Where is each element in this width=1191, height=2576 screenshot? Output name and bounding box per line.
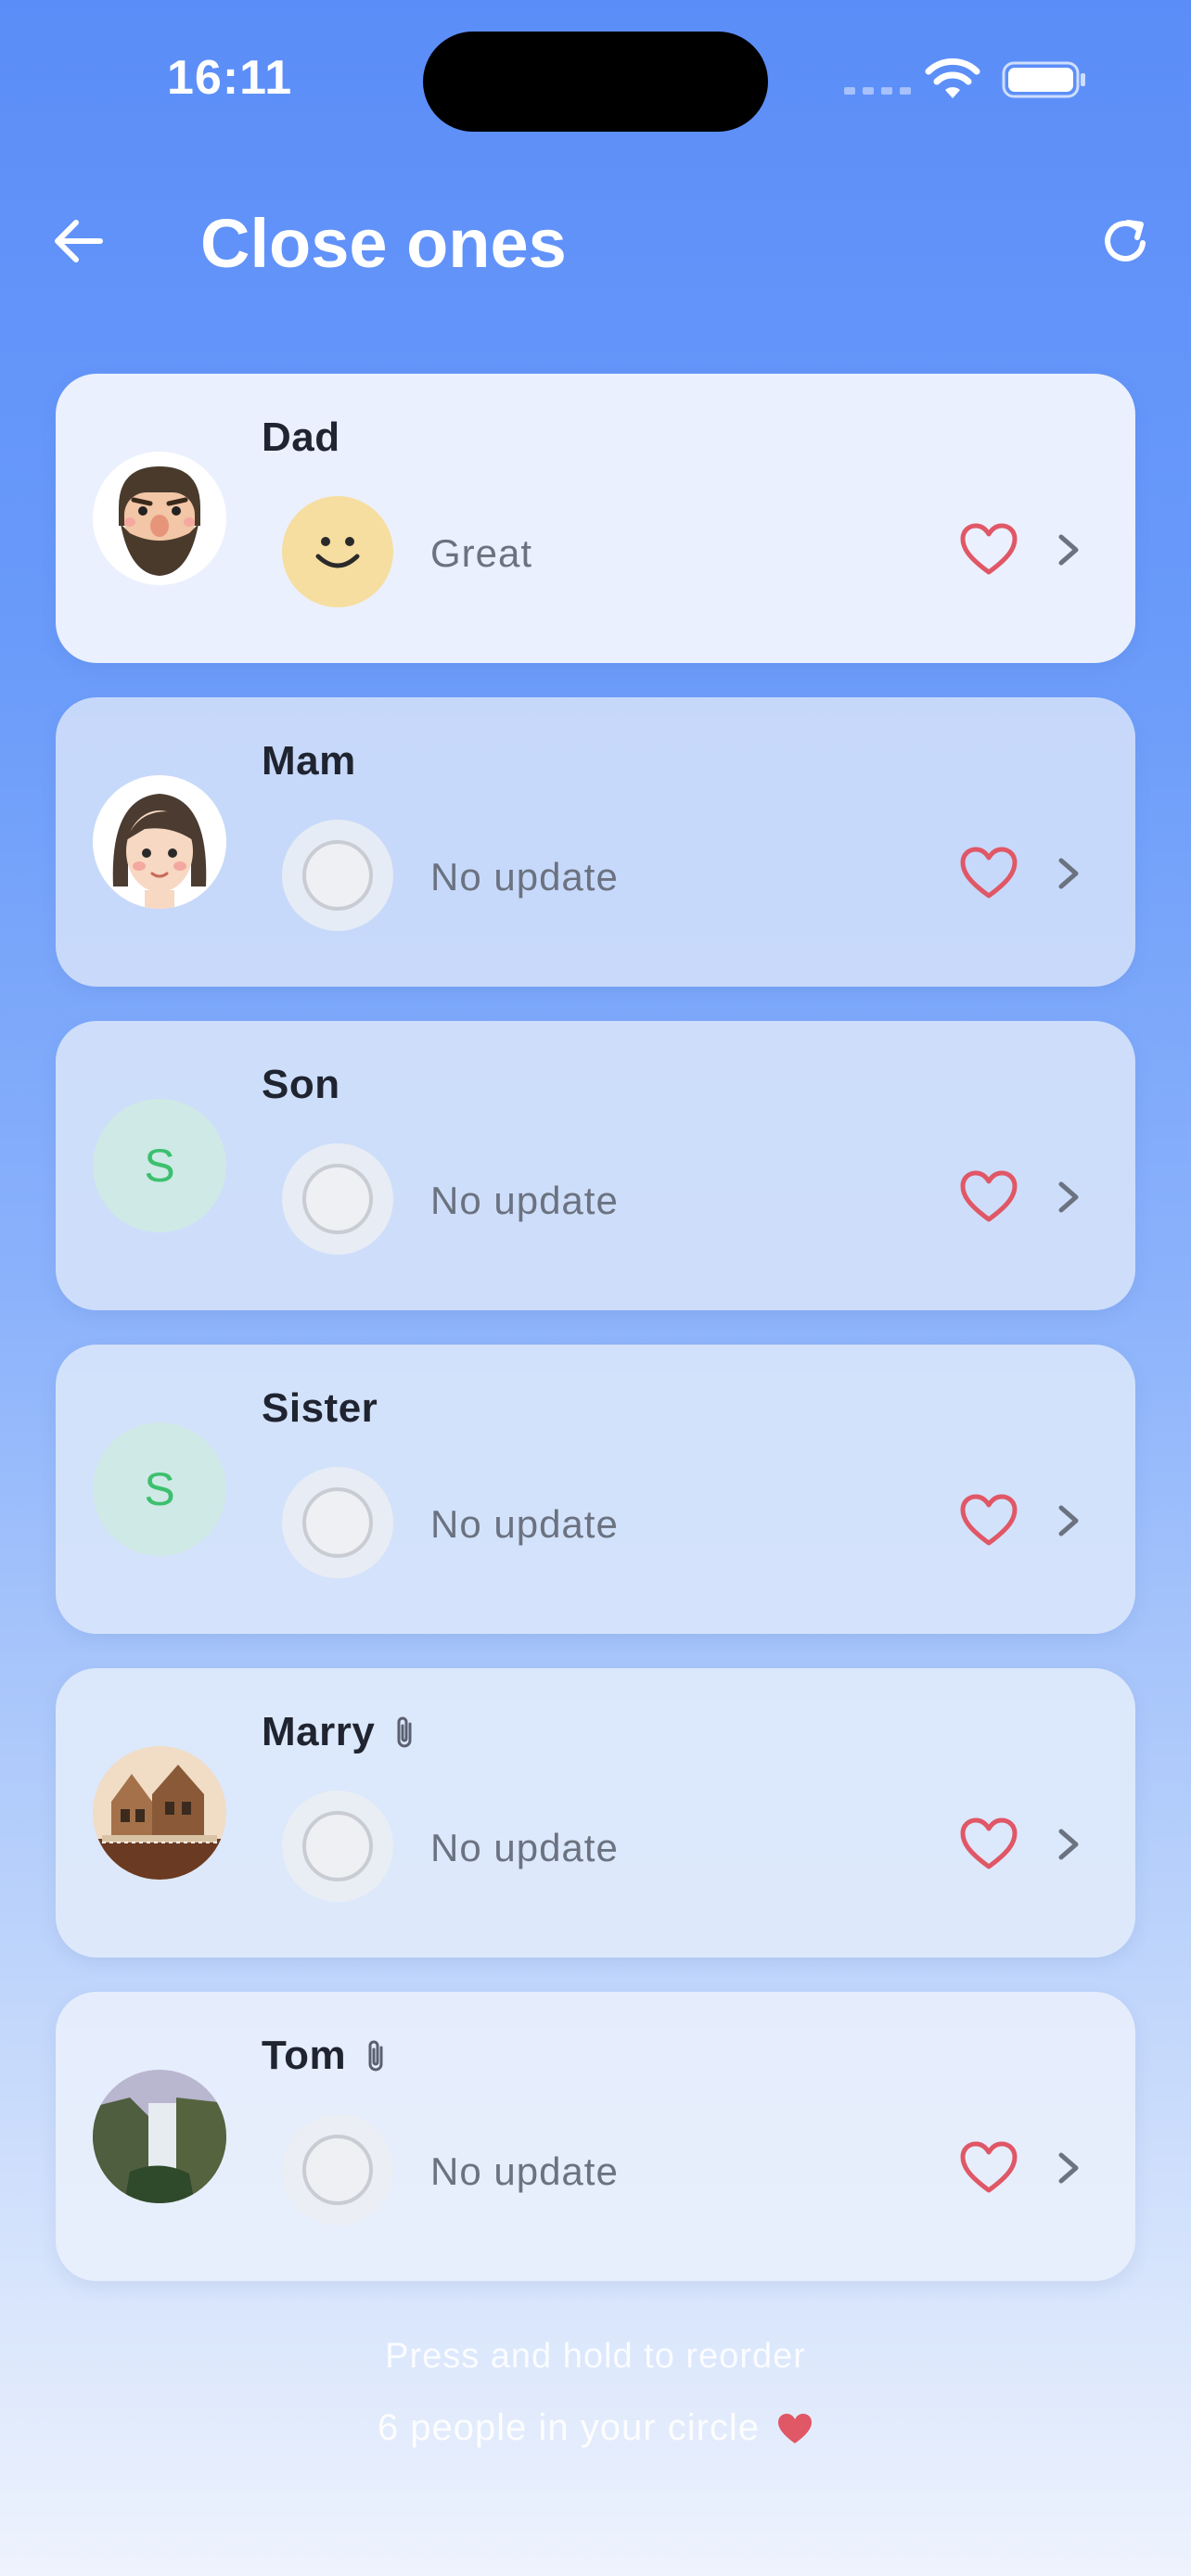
empty-mood-icon <box>302 1164 373 1234</box>
contact-card-dad[interactable]: Dad Great <box>56 374 1135 663</box>
refresh-icon <box>1105 220 1146 261</box>
avatar-letter: S <box>144 1140 175 1192</box>
contact-card-tom[interactable]: Tom No update <box>56 1992 1135 2281</box>
mood-indicator <box>282 820 393 931</box>
paperclip-icon <box>368 2040 383 2072</box>
smiley-face-icon <box>315 537 360 568</box>
empty-mood-icon <box>302 2135 373 2205</box>
contact-name: Dad <box>262 414 340 460</box>
mood-indicator <box>282 496 393 607</box>
heart-icon[interactable] <box>959 1817 1018 1872</box>
status-time: 16:11 <box>167 51 293 105</box>
circle-count: 6 people in your circle <box>0 2407 1191 2449</box>
contact-card-marry[interactable]: Marry No update <box>56 1668 1135 1958</box>
battery-icon <box>1002 61 1085 98</box>
contact-name: Mam <box>262 738 356 784</box>
house-photo-avatar <box>93 1746 226 1880</box>
chevron-right-icon[interactable] <box>1048 851 1089 896</box>
arrow-left-icon <box>55 220 103 262</box>
status-bar: 16:11 <box>0 0 1191 158</box>
contact-name: Son <box>262 1062 340 1107</box>
avatar-letter: S <box>144 1463 175 1515</box>
mood-indicator <box>282 1143 393 1255</box>
contact-name: Tom <box>262 2033 347 2078</box>
chevron-right-icon[interactable] <box>1048 528 1089 572</box>
reorder-hint: Press and hold to reorder <box>385 2337 806 2376</box>
contact-card-sister[interactable]: S Sister No update <box>56 1345 1135 1634</box>
mood-status-text: No update <box>430 2149 619 2193</box>
heart-icon[interactable] <box>959 522 1018 578</box>
avatar: S <box>93 1422 226 1556</box>
heart-icon[interactable] <box>959 2140 1018 2196</box>
circle-count-text: 6 people in your circle <box>377 2407 761 2448</box>
chevron-right-icon[interactable] <box>1048 1175 1089 1219</box>
empty-mood-icon <box>302 840 373 911</box>
mood-indicator <box>282 1467 393 1578</box>
chevron-right-icon[interactable] <box>1048 2146 1089 2190</box>
avatar <box>93 452 226 585</box>
contact-name: Sister <box>262 1385 378 1431</box>
avatar: S <box>93 1099 226 1232</box>
mood-status-text: No update <box>430 1179 619 1222</box>
chevron-right-icon[interactable] <box>1048 1822 1089 1867</box>
chevron-right-icon[interactable] <box>1048 1498 1089 1543</box>
contact-card-son[interactable]: S Son No update <box>56 1021 1135 1310</box>
page-title: Close ones <box>200 205 567 282</box>
mom-cartoon-avatar <box>93 775 226 909</box>
mood-indicator <box>282 2114 393 2225</box>
empty-mood-icon <box>302 1811 373 1881</box>
wifi-icon <box>925 57 980 98</box>
contact-list: Dad Great Mam No update S Son No update … <box>56 374 1135 2315</box>
cellular-signal-icon <box>844 87 911 95</box>
mood-status-text: No update <box>430 1826 619 1869</box>
mood-status-text: No update <box>430 1502 619 1546</box>
avatar <box>93 2070 226 2203</box>
heart-icon[interactable] <box>959 846 1018 901</box>
dynamic-island <box>423 32 768 132</box>
avatar <box>93 1746 226 1880</box>
mood-status-text: No update <box>430 855 619 899</box>
waterfall-photo-avatar <box>93 2070 226 2203</box>
heart-icon[interactable] <box>959 1493 1018 1549</box>
paperclip-icon <box>397 1716 412 1748</box>
contact-name: Marry <box>262 1709 376 1754</box>
heart-icon[interactable] <box>959 1169 1018 1225</box>
empty-mood-icon <box>302 1487 373 1558</box>
mood-status-text: Great <box>430 531 533 575</box>
header: Close ones <box>0 185 1191 297</box>
dad-cartoon-avatar <box>93 452 226 585</box>
avatar <box>93 775 226 909</box>
refresh-button[interactable] <box>1095 210 1158 273</box>
contact-card-mam[interactable]: Mam No update <box>56 697 1135 987</box>
mood-indicator <box>282 1791 393 1902</box>
heart-filled-icon <box>778 2413 813 2443</box>
back-button[interactable] <box>46 210 109 273</box>
